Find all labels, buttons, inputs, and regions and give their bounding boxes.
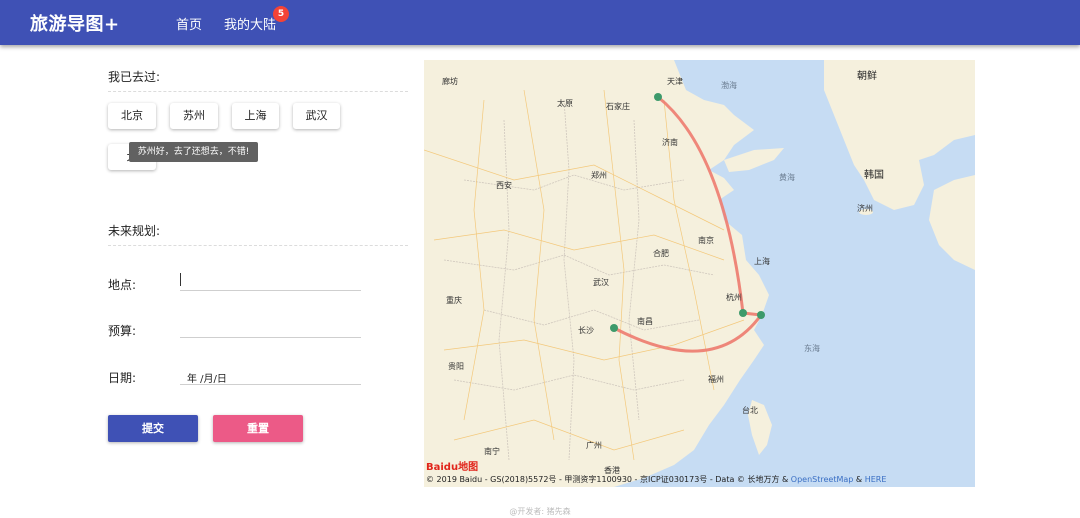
- map-attribution: © 2019 Baidu - GS(2018)5572号 - 甲测资字11009…: [426, 474, 886, 485]
- osm-link[interactable]: OpenStreetMap: [791, 475, 854, 484]
- notification-badge: 5: [273, 6, 289, 22]
- nav-my-continent-link[interactable]: 我的大陆: [224, 14, 276, 33]
- footer-developer: @开发者: 猪先森: [509, 507, 571, 516]
- label-xian: 西安: [496, 181, 512, 190]
- map-attribution-text: © 2019 Baidu - GS(2018)5572号 - 甲测资字11009…: [426, 475, 791, 484]
- baidu-map-logo: Baidu地图: [426, 462, 479, 473]
- label-tianjin: 天津: [667, 77, 683, 86]
- location-label: 地点:: [108, 278, 137, 292]
- budget-input[interactable]: [180, 317, 361, 338]
- marker-changsha: [610, 324, 618, 332]
- city-chip-wuhan[interactable]: 武汉: [293, 103, 340, 129]
- label-hefei: 合肥: [653, 249, 669, 258]
- label-chaoxian: 朝鲜: [857, 71, 877, 82]
- map-canvas: [424, 60, 975, 487]
- label-bohai: 渤海: [721, 81, 737, 90]
- location-input[interactable]: [180, 270, 361, 291]
- label-shanghai: 上海: [754, 257, 770, 266]
- label-nanchang: 南昌: [637, 317, 653, 326]
- label-zhengzhou: 郑州: [591, 171, 607, 180]
- label-chongqing: 重庆: [446, 296, 462, 305]
- date-input[interactable]: 年 /月/日: [180, 364, 361, 385]
- label-jizhou: 济州: [857, 204, 873, 213]
- label-huanghai: 黄海: [779, 173, 795, 182]
- label-shijiazhuang: 石家庄: [606, 102, 630, 111]
- label-hangzhou: 杭州: [726, 293, 742, 302]
- date-placeholder: 年 /月/日: [187, 374, 227, 385]
- label-fuzhou: 福州: [708, 375, 724, 384]
- text-caret: [180, 273, 181, 286]
- city-tooltip: 苏州好，去了还想去，不错!: [129, 142, 258, 162]
- reset-button[interactable]: 重置: [213, 415, 303, 442]
- label-changsha: 长沙: [578, 326, 594, 335]
- label-nanning: 南宁: [484, 447, 500, 456]
- travel-map[interactable]: 廊坊 天津 渤海 朝鲜 太原 石家庄 济南 韩国 黄海 西安 郑州 南京 合肥 …: [424, 60, 975, 487]
- visited-section-title: 我已去过:: [108, 68, 408, 92]
- here-link[interactable]: HERE: [865, 475, 887, 484]
- marker-hangzhou: [739, 309, 747, 317]
- nav-home-link[interactable]: 首页: [176, 14, 202, 33]
- marker-beijing: [654, 93, 662, 101]
- city-chip-suzhou[interactable]: 苏州: [170, 103, 218, 129]
- label-wuhan: 武汉: [593, 278, 609, 287]
- marker-shanghai: [757, 311, 765, 319]
- attribution-ampersand: &: [853, 475, 865, 484]
- budget-label: 预算:: [108, 324, 137, 338]
- label-taibei: 台北: [742, 406, 758, 415]
- label-taiyuan: 太原: [557, 99, 573, 108]
- label-jinan: 济南: [662, 138, 678, 147]
- label-guangzhou: 广州: [586, 441, 602, 450]
- label-langfang: 廊坊: [442, 77, 458, 86]
- future-plan-title: 未来规划:: [108, 222, 408, 246]
- label-nanjing: 南京: [698, 236, 714, 245]
- city-chip-shanghai[interactable]: 上海: [232, 103, 279, 129]
- app-header: 旅游导图+ 首页 我的大陆 5: [0, 0, 1080, 45]
- label-hanguo: 韩国: [864, 170, 884, 181]
- city-chip-beijing[interactable]: 北京: [108, 103, 156, 129]
- app-brand[interactable]: 旅游导图+: [30, 10, 120, 36]
- submit-button[interactable]: 提交: [108, 415, 198, 442]
- date-label: 日期:: [108, 371, 137, 385]
- label-donghai: 东海: [804, 344, 820, 353]
- label-guiyang: 贵阳: [448, 362, 464, 371]
